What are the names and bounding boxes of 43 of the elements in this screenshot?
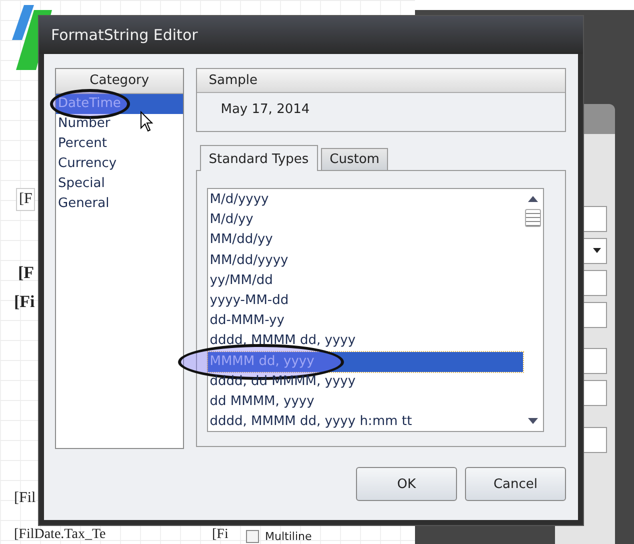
report-field: [Fi bbox=[14, 292, 35, 312]
cursor-icon bbox=[140, 111, 154, 133]
property-field[interactable] bbox=[583, 302, 607, 328]
category-item[interactable]: General bbox=[56, 194, 183, 214]
report-field: [F bbox=[18, 263, 34, 283]
tab[interactable]: Standard Types bbox=[200, 145, 318, 171]
dropdown-arrow-icon[interactable] bbox=[593, 248, 601, 253]
format-item[interactable]: dd MMMM, yyyy bbox=[208, 392, 523, 412]
checkbox-label: Multiline bbox=[265, 530, 312, 543]
category-item[interactable]: Special bbox=[56, 174, 183, 194]
property-field[interactable] bbox=[583, 427, 607, 453]
format-item[interactable]: yy/MM/dd bbox=[208, 270, 523, 292]
format-item[interactable]: M/d/yyyy bbox=[208, 190, 523, 210]
format-item[interactable]: dddd, MMMM dd, yyyy h:mm tt bbox=[208, 412, 523, 432]
property-field[interactable] bbox=[583, 206, 607, 232]
scroll-thumb[interactable] bbox=[525, 209, 541, 227]
report-field: [Fil bbox=[14, 490, 36, 507]
tab[interactable]: Custom bbox=[320, 148, 388, 170]
panel-header: Sample bbox=[196, 69, 565, 93]
format-item[interactable]: MM/dd/yy bbox=[208, 230, 523, 251]
property-dropdown[interactable] bbox=[583, 238, 607, 264]
format-item[interactable]: yyyy-MM-dd bbox=[208, 291, 523, 312]
scroll-down-icon[interactable] bbox=[527, 417, 539, 425]
report-field: [FilDate.Tax_Te bbox=[14, 527, 106, 543]
checkbox[interactable] bbox=[246, 530, 259, 543]
format-item[interactable]: dd-MMM-yy bbox=[208, 311, 523, 332]
report-field: [Fi bbox=[212, 527, 228, 543]
format-item[interactable]: M/d/yy bbox=[208, 210, 523, 230]
category-item[interactable]: Currency bbox=[56, 154, 183, 174]
column-header: Category bbox=[56, 69, 183, 94]
category-item[interactable]: Percent bbox=[56, 134, 183, 154]
report-field: [F bbox=[16, 188, 36, 211]
property-dropdown[interactable] bbox=[583, 380, 607, 406]
format-item[interactable]: dddd, MMMM dd, yyyy bbox=[208, 331, 523, 352]
dialog-button[interactable]: Cancel bbox=[465, 467, 566, 501]
dialog-button[interactable]: OK bbox=[356, 467, 457, 501]
category-item[interactable]: Number bbox=[56, 114, 183, 134]
format-item[interactable]: MM/dd/yyyy bbox=[208, 250, 523, 271]
property-field[interactable] bbox=[583, 270, 607, 296]
window-title: FormatString Editor bbox=[51, 26, 198, 44]
sample-value: May 17, 2014 bbox=[220, 101, 311, 117]
property-spinner[interactable] bbox=[583, 348, 607, 374]
scroll-up-icon[interactable] bbox=[527, 195, 539, 203]
